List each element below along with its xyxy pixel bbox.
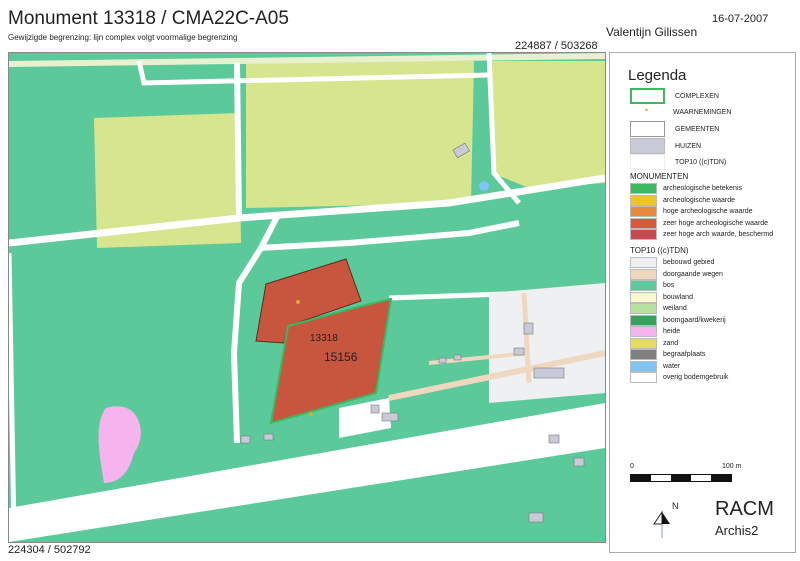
date: 16-07-2007: [712, 13, 769, 25]
legend-label: doorgaande wegen: [663, 270, 723, 278]
color-swatch: [630, 217, 657, 229]
north-arrow-icon: [653, 510, 670, 538]
coordinate-bottom-left: 224304 / 502792: [8, 544, 91, 556]
legend-label: zeer hoge arch waarde, beschermd: [663, 231, 774, 238]
complex-label: 15156: [324, 350, 358, 364]
legend-label: water: [663, 362, 681, 370]
author: Valentijn Gilissen: [606, 25, 698, 39]
scale-end: 100 m: [722, 463, 742, 470]
legend-item-gemeenten: GEMEENTEN: [630, 121, 719, 137]
legend-label: weiland: [663, 305, 687, 312]
legend-label: bos: [663, 282, 675, 289]
legend-label: HUIZEN: [675, 142, 702, 150]
color-swatch: [630, 229, 657, 240]
house-swatch: [630, 138, 665, 154]
legend-item: zeer hoge archeologische waarde: [630, 217, 769, 229]
legend-label: archeologische betekenis: [663, 185, 742, 192]
map-title: Monument 13318 / CMA22C-A05: [8, 8, 289, 29]
water: [479, 181, 489, 191]
legend-label: TOP10 ((c)TDN): [675, 158, 727, 166]
legend-item: hoge archeologische waarde: [630, 206, 753, 217]
color-swatch: [630, 257, 657, 268]
legend-item: zand: [630, 337, 679, 349]
complex-swatch: [630, 88, 665, 104]
legend-label: heide: [663, 328, 681, 335]
legend-item-waarnemingen: • WAARNEMINGEN: [630, 105, 732, 119]
color-swatch: [630, 303, 657, 314]
legend-item-complexen: COMPLEXEN: [630, 88, 719, 104]
field: [492, 61, 605, 188]
legend-label: bouwland: [663, 293, 693, 301]
system-name: Archis2: [715, 523, 759, 538]
municipality-swatch: [630, 121, 665, 137]
observation-marker[interactable]: [296, 300, 300, 304]
legend-label: begraafplaats: [663, 351, 706, 358]
legend-item: overig bodemgebruik: [630, 372, 728, 383]
legend-item-top10: TOP10 ((c)TDN): [630, 154, 726, 170]
legend-item: bos: [630, 280, 674, 291]
legend-label: GEMEENTEN: [675, 125, 720, 133]
legend-label: overig bodemgebruik: [663, 374, 729, 381]
color-swatch: [630, 206, 657, 217]
scale-start: 0: [630, 463, 634, 470]
legend-label: hoge archeologische waarde: [663, 208, 753, 215]
legend-label: archeologische waarde: [663, 196, 735, 204]
legend-item: weiland: [630, 303, 687, 314]
legend-title: Legenda: [628, 67, 687, 84]
map-subtitle: Gewijzigde begrenzing: lijn complex volg…: [8, 33, 238, 42]
legend-item: boomgaard/kwekerij: [630, 314, 726, 326]
field: [246, 61, 474, 208]
legend-item: archeologische waarde: [630, 194, 735, 206]
color-swatch: [630, 268, 657, 280]
color-swatch: [630, 360, 657, 372]
top10-swatch: [630, 154, 665, 170]
legend-label: bebouwd gebied: [663, 259, 715, 266]
color-swatch: [630, 314, 657, 326]
north-label: N: [672, 501, 679, 511]
monument-label: 13318: [310, 333, 338, 344]
legend-label: COMPLEXEN: [675, 92, 719, 100]
map-canvas[interactable]: 13318 15156: [8, 52, 606, 543]
color-swatch: [630, 349, 657, 360]
legend-item: water: [630, 360, 681, 372]
color-swatch: [630, 372, 657, 383]
color-swatch: [630, 291, 657, 303]
legend-item: heide: [630, 326, 680, 337]
legend-item: begraafplaats: [630, 349, 705, 360]
color-swatch: [630, 337, 657, 349]
road: [234, 62, 242, 219]
observation-dot-icon: •: [644, 105, 649, 115]
color-swatch: [630, 280, 657, 291]
monumenten-heading: MONUMENTEN: [630, 172, 689, 181]
legend-item: bouwland: [630, 291, 693, 303]
legend-item: bebouwd gebied: [630, 257, 714, 268]
legend-panel: Legenda COMPLEXEN • WAARNEMINGEN GEMEENTE…: [609, 52, 796, 553]
color-swatch: [630, 326, 657, 337]
legend-item: doorgaande wegen: [630, 268, 723, 280]
top10-heading: TOP10 ((c)TDN): [630, 246, 689, 255]
coordinate-top-right: 224887 / 503268: [515, 40, 598, 52]
built-area: [489, 283, 605, 403]
legend-item: archeologische betekenis: [630, 183, 742, 194]
legend-item-huizen: HUIZEN: [630, 138, 701, 154]
color-swatch: [630, 183, 657, 194]
legend-item: zeer hoge arch waarde, beschermd: [630, 229, 773, 240]
legend-label: zeer hoge archeologische waarde: [663, 219, 769, 227]
organization-logo: RACM: [715, 498, 774, 520]
legend-label: WAARNEMINGEN: [673, 108, 732, 116]
color-swatch: [630, 194, 657, 206]
legend-label: boomgaard/kwekerij: [663, 316, 726, 324]
legend-label: zand: [663, 339, 679, 347]
observation-marker[interactable]: [309, 412, 313, 416]
